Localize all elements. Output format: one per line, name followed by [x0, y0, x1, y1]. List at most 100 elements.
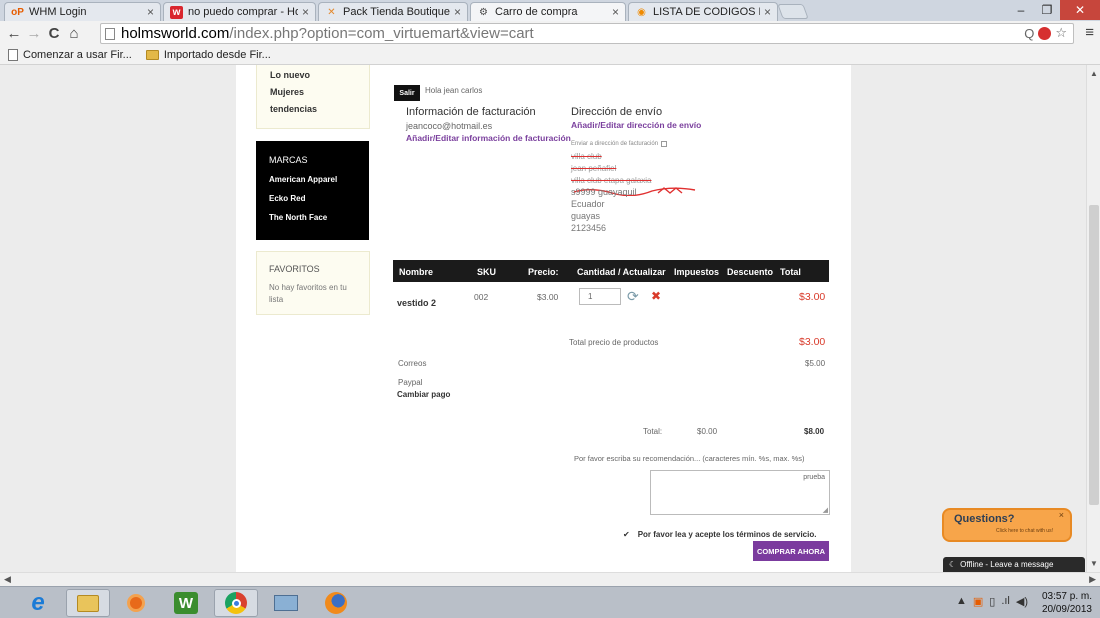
tab-whm-login[interactable]: oP WHM Login ×: [4, 2, 161, 21]
total-tax: $0.00: [697, 427, 718, 436]
chat-bubble[interactable]: Questions? Click here to chat with us! ×: [942, 508, 1072, 542]
product-name[interactable]: vestido 2: [397, 298, 436, 308]
hostinger-favicon-icon: w: [170, 5, 183, 19]
bookmarks-bar: Comenzar a usar Fir... Importado desde F…: [0, 46, 1100, 65]
shipping-line: s9999 guayaquil: [571, 187, 637, 197]
minimize-button[interactable]: –: [1008, 0, 1034, 20]
horizontal-scrollbar[interactable]: ◀ ▶: [0, 572, 1100, 586]
shipping-title: Dirección de envío: [571, 106, 663, 118]
close-window-button[interactable]: ✕: [1060, 0, 1100, 20]
shipping-line: guayas: [571, 211, 601, 221]
scrollbar-thumb[interactable]: [1089, 205, 1099, 505]
joomla-favicon-icon: ✕: [327, 6, 336, 18]
chat-close-icon[interactable]: ×: [1059, 510, 1064, 520]
menu-item-tendencias[interactable]: tendencias: [270, 104, 317, 114]
comment-textarea[interactable]: prueba ◢: [650, 470, 830, 515]
firefox-icon[interactable]: [314, 589, 358, 617]
chat-icon: ☾: [949, 560, 957, 569]
column-header: Cantidad / Actualizar: [577, 267, 666, 277]
tab-close-icon[interactable]: ×: [454, 5, 461, 19]
menu-item-mujeres[interactable]: Mujeres: [270, 87, 304, 97]
change-payment-link[interactable]: Cambiar pago: [397, 390, 450, 399]
tab-close-icon[interactable]: ×: [302, 5, 309, 19]
home-icon[interactable]: ⌂: [64, 25, 84, 42]
app-icon[interactable]: [114, 589, 158, 617]
shipping-line: Ecuador: [571, 199, 605, 209]
edit-billing-link[interactable]: Añadir/Editar información de facturación: [406, 133, 571, 143]
tab-no-puedo-comprar[interactable]: w no puedo comprar - Host ×: [163, 2, 316, 21]
tab-label: LISTA DE CODIGOS POSTA: [653, 6, 760, 18]
menu-icon[interactable]: ≡: [1085, 24, 1094, 41]
bookmark-folder[interactable]: Importado desde Fir...: [145, 49, 271, 61]
scroll-up-icon[interactable]: ▲: [1087, 69, 1100, 78]
tab-pack-tienda[interactable]: ✕ Pack Tienda Boutique - A ×: [318, 2, 468, 21]
extension-icon[interactable]: [1038, 26, 1052, 40]
volume-icon[interactable]: ◀): [1016, 595, 1028, 608]
edit-shipping-link[interactable]: Añadir/Editar dirección de envío: [571, 120, 701, 130]
back-icon[interactable]: ←: [4, 25, 24, 42]
wordpad-icon[interactable]: W: [164, 589, 208, 617]
bookmark-item[interactable]: Comenzar a usar Fir...: [8, 49, 132, 61]
item-total: $3.00: [799, 291, 826, 303]
tos-label[interactable]: Por favor lea y acepte los términos de s…: [638, 530, 817, 539]
tab-close-icon[interactable]: ×: [612, 5, 619, 19]
battery-icon[interactable]: ▯: [989, 595, 995, 608]
scroll-left-icon[interactable]: ◀: [4, 574, 11, 585]
checkout-button[interactable]: COMPRAR AHORA: [753, 541, 829, 561]
tab-close-icon[interactable]: ×: [147, 5, 154, 19]
column-header: Precio:: [528, 267, 559, 277]
tray-expand-icon[interactable]: ▲: [956, 595, 967, 608]
menu-item-lo-nuevo[interactable]: Lo nuevo: [270, 70, 310, 80]
internet-explorer-icon[interactable]: e: [16, 589, 60, 617]
tos-checkbox[interactable]: ✔: [623, 530, 630, 539]
chat-status-bar[interactable]: ☾ Offline - Leave a message: [943, 557, 1085, 572]
bookmark-star-icon[interactable]: ☆: [1055, 25, 1067, 41]
chrome-icon[interactable]: [214, 589, 258, 617]
new-tab-button[interactable]: [777, 4, 809, 19]
favorites-box: FAVORITOS No hay favoritos en tu lista: [256, 251, 370, 315]
brand-the-north-face[interactable]: The North Face: [269, 213, 327, 222]
clock-time: 03:57 p. m.: [1041, 591, 1092, 602]
shipment-name: Correos: [398, 359, 427, 368]
scroll-down-icon[interactable]: ▼: [1087, 559, 1100, 568]
chat-title: Questions?: [954, 513, 1015, 525]
chat-status: Offline - Leave a message: [960, 560, 1054, 569]
tray-app-icon[interactable]: ▣: [973, 595, 983, 608]
shipping-line-struck: villa club: [571, 152, 602, 161]
vertical-scrollbar[interactable]: ▲ ▼: [1086, 65, 1100, 572]
brand-ecko-red[interactable]: Ecko Red: [269, 194, 305, 203]
resize-handle-icon[interactable]: ◢: [823, 506, 828, 514]
payment-name: Paypal: [398, 378, 423, 387]
total-label: Total:: [643, 427, 663, 436]
tab-carro-de-compra[interactable]: ⚙ Carro de compra ×: [470, 2, 626, 21]
reload-icon[interactable]: C: [44, 25, 64, 42]
search-icon[interactable]: Q: [1024, 26, 1034, 41]
brand-american-apparel[interactable]: American Apparel: [269, 175, 337, 184]
remove-item-icon[interactable]: ✖: [651, 289, 661, 303]
tab-label: no puedo comprar - Host: [188, 6, 298, 18]
tab-lista-codigos[interactable]: ◉ LISTA DE CODIGOS POSTA ×: [628, 2, 778, 21]
chat-subtitle: Click here to chat with us!: [996, 528, 1053, 534]
postal-favicon-icon: ◉: [637, 6, 646, 18]
tab-close-icon[interactable]: ×: [764, 5, 771, 19]
shipping-line-struck: jean peñafiel: [571, 164, 617, 173]
address-bar[interactable]: holmsworld.com/index.php?option=com_virt…: [100, 23, 1074, 44]
page-content: Lo nuevo Mujeres tendencias MARCAS Ameri…: [236, 65, 851, 572]
brands-box: MARCAS American Apparel Ecko Red The Nor…: [256, 141, 369, 240]
ship-to-billing-option: Enviar a dirección de facturación: [571, 141, 668, 147]
ship-to-billing-checkbox[interactable]: [661, 141, 668, 147]
products-total-label: Total precio de productos: [569, 338, 659, 347]
forward-icon[interactable]: →: [24, 25, 44, 42]
remote-desktop-icon[interactable]: [264, 589, 308, 617]
window-controls: – ❐ ✕: [1008, 0, 1100, 21]
restore-button[interactable]: ❐: [1034, 0, 1060, 20]
system-clock[interactable]: 03:57 p. m. 20/09/2013: [1042, 590, 1092, 616]
file-explorer-icon[interactable]: [66, 589, 110, 617]
quantity-input[interactable]: [579, 288, 621, 305]
update-quantity-icon[interactable]: ⟳: [627, 288, 639, 305]
scroll-right-icon[interactable]: ▶: [1089, 574, 1096, 585]
grand-total: $8.00: [804, 427, 825, 436]
signal-icon[interactable]: .ıl: [1001, 595, 1010, 608]
logout-button[interactable]: Salir: [394, 85, 420, 101]
folder-icon: [145, 50, 159, 60]
